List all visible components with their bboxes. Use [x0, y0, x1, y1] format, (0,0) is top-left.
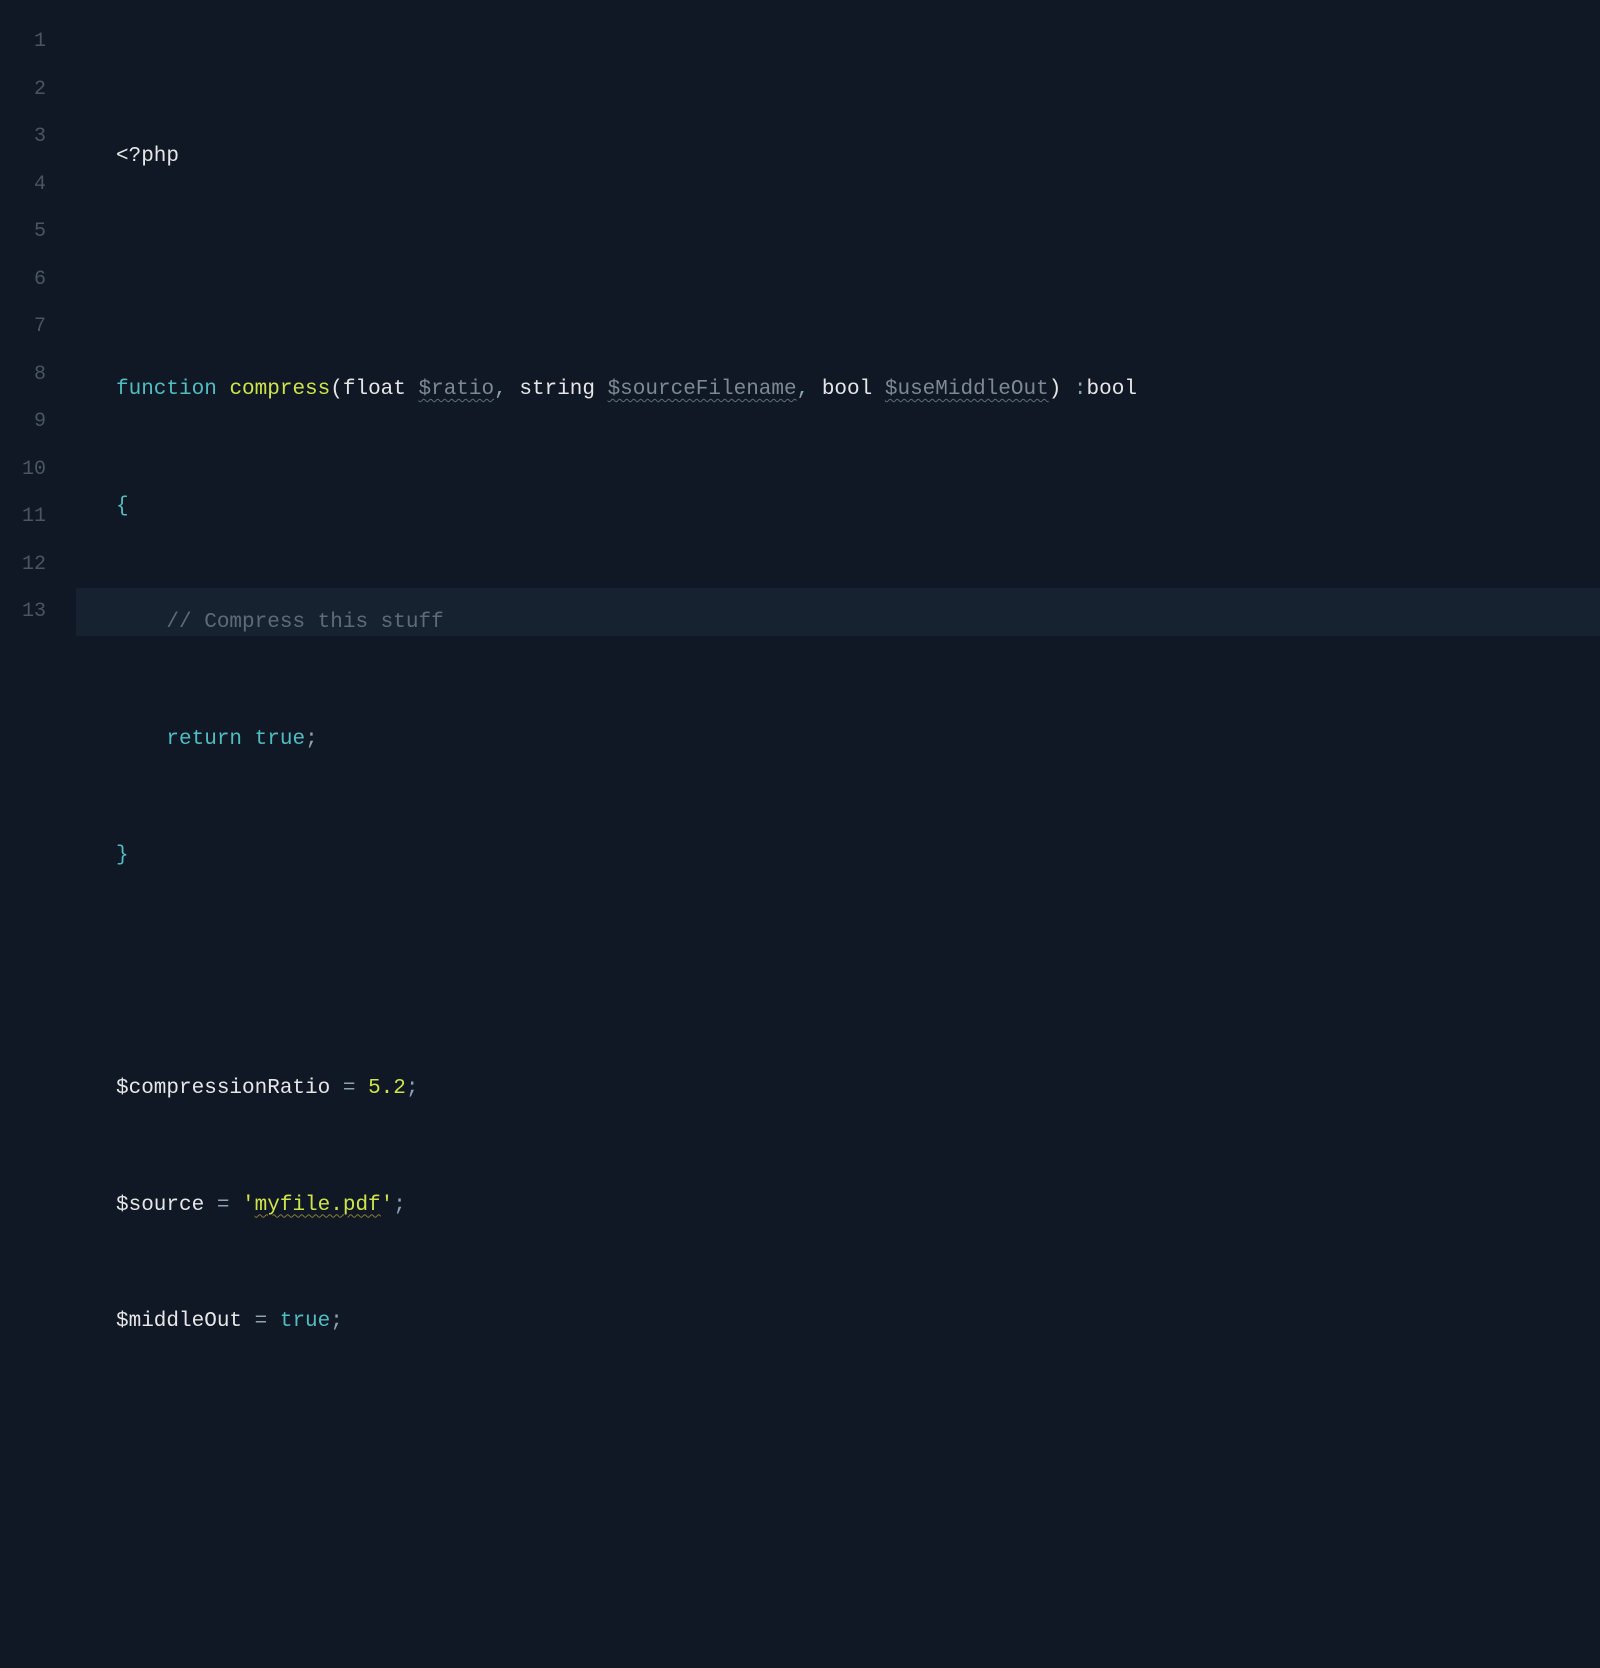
keyword-return: return: [166, 728, 242, 751]
paren-open: (: [330, 378, 343, 401]
equals: =: [330, 1077, 368, 1100]
line-number: 13: [0, 588, 46, 636]
var-source: $source: [116, 1194, 204, 1217]
semicolon: ;: [330, 1310, 343, 1333]
equals: =: [204, 1194, 242, 1217]
semicolon: ;: [406, 1077, 419, 1100]
php-open-tag: <?php: [116, 145, 179, 168]
number-literal: 5.2: [368, 1077, 406, 1100]
equals: =: [242, 1310, 280, 1333]
keyword-true: true: [255, 728, 305, 751]
keyword-function: function: [116, 378, 217, 401]
string-quote: ': [242, 1194, 255, 1217]
string-literal: myfile.pdf: [255, 1194, 381, 1217]
keyword-true: true: [280, 1310, 330, 1333]
code-line[interactable]: $compressionRatio = 5.2;: [76, 1065, 1600, 1113]
comma: ,: [797, 378, 810, 401]
return-type: bool: [1087, 378, 1137, 401]
comma: ,: [494, 378, 507, 401]
line-number: 7: [0, 303, 46, 351]
type-float: float: [343, 378, 406, 401]
function-name: compress: [229, 378, 330, 401]
param-use-middle-out: $useMiddleOut: [885, 378, 1049, 401]
code-line[interactable]: [76, 949, 1600, 997]
semicolon: ;: [393, 1194, 406, 1217]
paren-close: ): [1049, 378, 1062, 401]
code-line[interactable]: [76, 250, 1600, 298]
code-line[interactable]: return true;: [76, 716, 1600, 764]
code-line[interactable]: {: [76, 483, 1600, 531]
line-number: 5: [0, 208, 46, 256]
line-number: 1: [0, 18, 46, 66]
line-number: 3: [0, 113, 46, 161]
code-area[interactable]: <?php function compress(float $ratio, st…: [76, 0, 1600, 1050]
line-number-gutter: 1 2 3 4 5 6 7 8 9 10 11 12 13: [0, 0, 76, 1050]
code-line[interactable]: }: [76, 832, 1600, 880]
line-number: 2: [0, 66, 46, 114]
line-number: 12: [0, 541, 46, 589]
colon: :: [1061, 378, 1086, 401]
code-line[interactable]: function compress(float $ratio, string $…: [76, 366, 1600, 414]
type-bool: bool: [822, 378, 872, 401]
code-line[interactable]: $middleOut = true;: [76, 1298, 1600, 1346]
code-line[interactable]: <?php: [76, 133, 1600, 181]
line-number: 8: [0, 351, 46, 399]
line-number: 6: [0, 256, 46, 304]
code-line[interactable]: // Compress this stuff: [76, 599, 1600, 647]
code-line[interactable]: [76, 1415, 1600, 1463]
type-string: string: [519, 378, 595, 401]
var-middle-out: $middleOut: [116, 1310, 242, 1333]
param-source-filename: $sourceFilename: [608, 378, 797, 401]
code-line[interactable]: $source = 'myfile.pdf';: [76, 1182, 1600, 1230]
var-compression-ratio: $compressionRatio: [116, 1077, 330, 1100]
code-editor[interactable]: 1 2 3 4 5 6 7 8 9 10 11 12 13 <?php func…: [0, 0, 1600, 1050]
brace-open: {: [116, 495, 129, 518]
line-number: 10: [0, 446, 46, 494]
param-ratio: $ratio: [419, 378, 495, 401]
line-number: 4: [0, 161, 46, 209]
brace-close: }: [116, 844, 129, 867]
string-quote: ': [381, 1194, 394, 1217]
comment: // Compress this stuff: [166, 611, 443, 634]
code-line[interactable]: [76, 1531, 1600, 1579]
line-number: 9: [0, 398, 46, 446]
semicolon: ;: [305, 728, 318, 751]
line-number: 11: [0, 493, 46, 541]
